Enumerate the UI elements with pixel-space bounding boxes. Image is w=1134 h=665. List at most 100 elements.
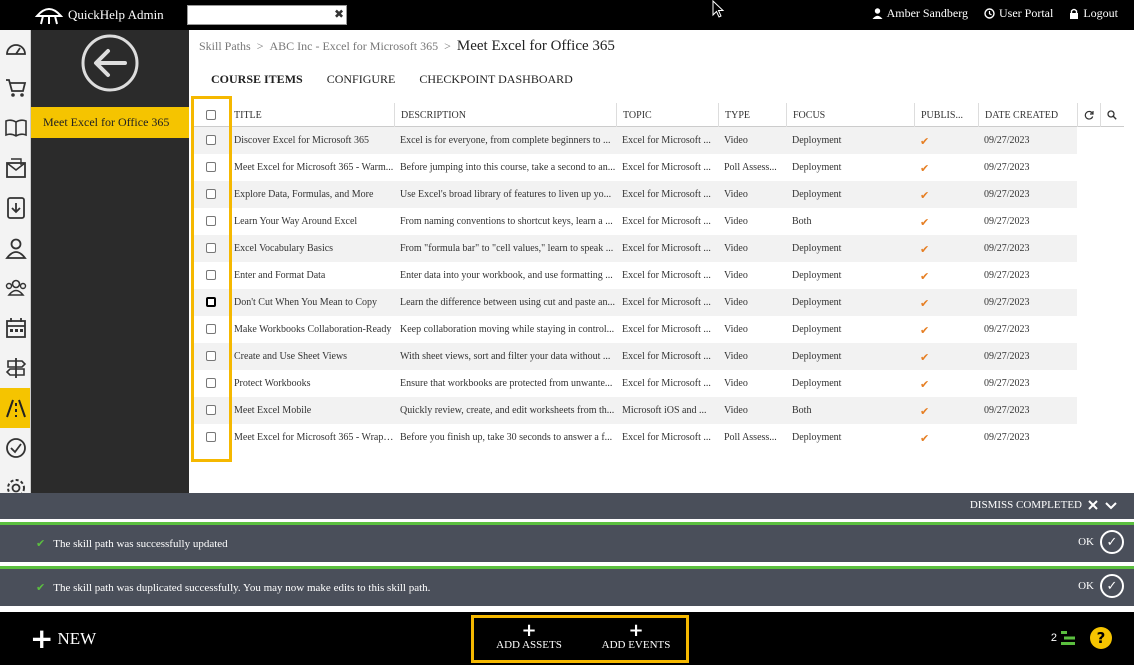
cell-type: Video — [724, 189, 748, 200]
path-icon — [5, 399, 26, 418]
close-icon — [1088, 500, 1098, 510]
header-focus[interactable]: FOCUS — [786, 103, 914, 127]
chevron-down-icon[interactable] — [1104, 500, 1118, 510]
calendar-icon — [5, 318, 26, 338]
header-title[interactable]: TITLE — [228, 103, 394, 127]
cell-desc: Enter data into your workbook, and use f… — [400, 270, 613, 281]
nav-messages[interactable] — [0, 148, 30, 188]
ok-button[interactable]: OK ✓ — [1078, 530, 1124, 554]
tab-checkpoint-dashboard[interactable]: CHECKPOINT DASHBOARD — [419, 72, 572, 87]
table-row[interactable]: Protect Workbooks Ensure that workbooks a… — [192, 370, 1077, 397]
tab-configure[interactable]: CONFIGURE — [327, 72, 396, 87]
dismiss-completed-button[interactable]: DISMISS COMPLETED — [970, 499, 1118, 511]
help-icon[interactable]: ? — [1090, 627, 1112, 649]
app-logo[interactable]: QuickHelp Admin — [34, 3, 164, 27]
signpost-icon — [5, 358, 26, 378]
nav-dashboard[interactable] — [0, 30, 30, 70]
cell-type: Video — [724, 405, 748, 416]
user-menu[interactable]: Amber Sandberg — [872, 6, 968, 21]
side-panel-item[interactable]: Meet Excel for Office 365 — [31, 107, 189, 138]
ok-button[interactable]: OK ✓ — [1078, 574, 1124, 598]
cell-published: ✔ — [920, 432, 930, 445]
clear-search-icon[interactable]: ✖ — [334, 7, 344, 21]
cell-topic: Excel for Microsoft ... — [622, 378, 711, 389]
nav-checkpoints[interactable] — [0, 428, 30, 468]
tab-course-items[interactable]: COURSE ITEMS — [211, 72, 303, 87]
add-events-button[interactable]: + ADD EVENTS — [586, 620, 686, 652]
header-topic[interactable]: TOPIC — [616, 103, 718, 127]
cell-focus: Both — [792, 405, 812, 416]
cell-focus: Deployment — [792, 297, 842, 308]
header-date-created[interactable]: DATE CREATED — [978, 103, 1077, 127]
cell-desc: Before jumping into this course, take a … — [400, 162, 616, 173]
task-count: 2 — [1050, 632, 1057, 644]
cell-desc: From "formula bar" to "cell values," lea… — [400, 243, 614, 254]
cell-title: Make Workbooks Collaboration-Ready — [234, 324, 392, 335]
cell-type: Video — [724, 351, 748, 362]
cell-focus: Deployment — [792, 243, 842, 254]
cell-focus: Deployment — [792, 270, 842, 281]
top-bar: QuickHelp Admin ✖ Amber Sandberg User Po… — [0, 0, 1134, 30]
table-row[interactable]: Discover Excel for Microsoft 365 Excel is… — [192, 127, 1077, 154]
nav-groups[interactable] — [0, 268, 30, 308]
table-row[interactable]: Learn Your Way Around Excel From naming c… — [192, 208, 1077, 235]
add-assets-button[interactable]: + ADD ASSETS — [479, 622, 579, 652]
nav-downloads[interactable] — [0, 188, 30, 228]
breadcrumb-skill-paths[interactable]: Skill Paths — [199, 39, 251, 54]
search-button[interactable] — [1100, 103, 1123, 127]
table-row[interactable]: Make Workbooks Collaboration-Ready Keep c… — [192, 316, 1077, 343]
user-icon — [4, 238, 27, 259]
lock-icon — [1070, 8, 1079, 19]
cell-type: Video — [724, 135, 748, 146]
cell-topic: Excel for Microsoft ... — [622, 135, 711, 146]
cell-topic: Excel for Microsoft ... — [622, 351, 711, 362]
cell-published: ✔ — [920, 135, 930, 148]
table-row[interactable]: Explore Data, Formulas, and More Use Exce… — [192, 181, 1077, 208]
page-title: Meet Excel for Office 365 — [456, 38, 615, 54]
cart-icon — [5, 79, 26, 97]
nav-skill-paths[interactable] — [0, 388, 30, 428]
plus-icon: + — [628, 620, 644, 641]
cell-published: ✔ — [920, 324, 930, 337]
cell-published: ✔ — [920, 189, 930, 202]
cell-type: Poll Assess... — [724, 162, 777, 173]
check-icon: ✔ — [36, 537, 46, 550]
plus-icon: + — [30, 622, 54, 655]
breadcrumb-parent[interactable]: ABC Inc - Excel for Microsoft 365 — [269, 39, 438, 54]
table-row[interactable]: Enter and Format Data Enter data into you… — [192, 262, 1077, 289]
nav-signpost[interactable] — [0, 348, 30, 388]
table-row[interactable]: Create and Use Sheet Views With sheet vie… — [192, 343, 1077, 370]
cell-type: Poll Assess... — [724, 432, 777, 443]
gear-icon — [6, 479, 25, 493]
cell-published: ✔ — [920, 351, 930, 364]
header-type[interactable]: TYPE — [718, 103, 786, 127]
cell-focus: Both — [792, 216, 812, 227]
back-arrow-icon[interactable] — [81, 34, 139, 92]
search-input[interactable]: ✖ — [187, 5, 347, 25]
table-row[interactable]: Meet Excel for Microsoft 365 - Wrap Up Be… — [192, 424, 1077, 451]
logout-link[interactable]: Logout — [1069, 6, 1118, 21]
tab-bar: COURSE ITEMS CONFIGURE CHECKPOINT DASHBO… — [211, 72, 573, 87]
cell-type: Video — [724, 324, 748, 335]
nav-settings[interactable] — [0, 468, 30, 493]
nav-store[interactable] — [0, 68, 30, 108]
add-buttons-highlight: + ADD ASSETS + ADD EVENTS — [471, 615, 689, 663]
table-row[interactable]: Excel Vocabulary Basics From "formula bar… — [192, 235, 1077, 262]
nav-users[interactable] — [0, 228, 30, 268]
task-list-button[interactable]: 2 — [1051, 630, 1076, 646]
new-button[interactable]: + NEW — [30, 622, 96, 655]
check-circle-icon: ✓ — [1100, 530, 1124, 554]
refresh-button[interactable] — [1077, 103, 1100, 127]
table-row[interactable]: Don't Cut When You Mean to Copy Learn the… — [192, 289, 1077, 316]
table-row[interactable]: Meet Excel Mobile Quickly review, create,… — [192, 397, 1077, 424]
task-list-icon — [1061, 631, 1075, 645]
user-portal-link[interactable]: User Portal — [984, 6, 1053, 21]
nav-library[interactable] — [0, 108, 30, 148]
breadcrumb: Skill Paths > ABC Inc - Excel for Micros… — [199, 38, 615, 55]
header-description[interactable]: DESCRIPTION — [394, 103, 616, 127]
header-published[interactable]: PUBLIS... — [914, 103, 978, 127]
nav-calendar[interactable] — [0, 308, 30, 348]
cell-date: 09/27/2023 — [984, 297, 1030, 308]
cell-date: 09/27/2023 — [984, 432, 1030, 443]
table-row[interactable]: Meet Excel for Microsoft 365 - Warm... Be… — [192, 154, 1077, 181]
